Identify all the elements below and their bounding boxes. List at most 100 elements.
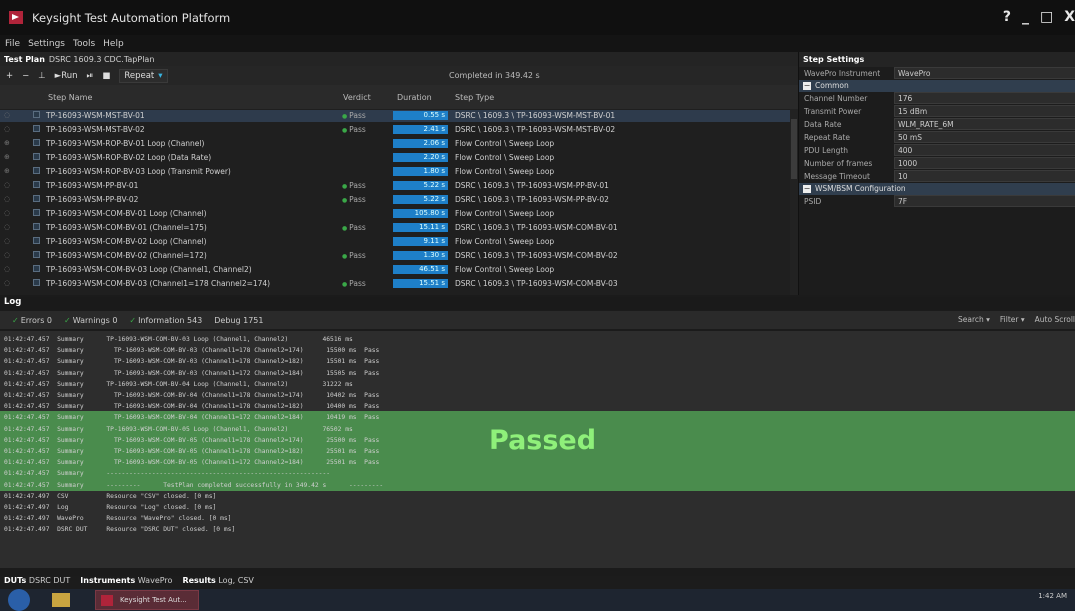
table-row[interactable]: ⊕ TP-16093-WSM-ROP-BV-03 Loop (Transmit P… (0, 166, 790, 178)
log-line: 01:42:47.457 Summary TP-16093-WSM-COM-BV… (4, 436, 380, 444)
tree-node-icon[interactable]: ⊕ (4, 167, 10, 175)
filter-debug[interactable]: Debug 1751 (214, 316, 263, 325)
enable-checkbox[interactable] (33, 181, 40, 188)
tree-node-icon[interactable]: ◌ (4, 125, 10, 133)
setting-value-field[interactable]: WLM_RATE_6M (894, 118, 1075, 130)
close-button[interactable]: X (1064, 9, 1075, 25)
table-row[interactable]: ◌ TP-16093-WSM-COM-BV-03 Loop (Channel1, … (0, 264, 790, 276)
table-row[interactable]: ⊕ TP-16093-WSM-ROP-BV-02 Loop (Data Rate)… (0, 152, 790, 164)
enable-checkbox[interactable] (33, 111, 40, 118)
minimize-button[interactable]: _ (1022, 9, 1029, 25)
auto-scroll-toggle[interactable]: Auto Scroll (1035, 315, 1075, 324)
run-status: Completed in 349.42 s (449, 71, 540, 80)
pause-button[interactable]: ⏯ (87, 71, 94, 81)
table-row[interactable]: ◌ TP-16093-WSM-COM-BV-03 (Channel1=178 Ch… (0, 278, 790, 290)
setting-value-field[interactable]: 1000 (894, 157, 1075, 169)
table-row[interactable]: ◌ TP-16093-WSM-COM-BV-02 (Channel=172) Pas… (0, 250, 790, 262)
column-verdict[interactable]: Verdict (343, 93, 371, 102)
tree-node-icon[interactable]: ◌ (4, 181, 10, 189)
tree-node-icon[interactable]: ⊕ (4, 139, 10, 147)
step-duration: 2.20 s (393, 153, 448, 162)
table-row[interactable]: ◌ TP-16093-WSM-MST-BV-01 Pass 0.55 s DSRC \ … (0, 110, 790, 122)
start-button[interactable] (8, 589, 30, 611)
folder-icon[interactable] (52, 593, 70, 607)
filter-label: Information 543 (138, 315, 203, 325)
tree-node-icon[interactable]: ◌ (4, 209, 10, 217)
insert-step-button[interactable]: ⊥ (38, 71, 45, 81)
menu-settings[interactable]: Settings (28, 39, 65, 49)
stop-button[interactable]: ■ (102, 71, 110, 81)
step-duration: 15.51 s (393, 279, 448, 288)
table-row[interactable]: ◌ TP-16093-WSM-COM-BV-02 Loop (Channel) 9.… (0, 236, 790, 248)
tree-node-icon[interactable]: ⊕ (4, 153, 10, 161)
tree-node-icon[interactable]: ◌ (4, 251, 10, 259)
enable-checkbox[interactable] (33, 265, 40, 272)
log-line: 01:42:47.457 Summary TP-16093-WSM-COM-BV… (4, 392, 380, 399)
filter-information[interactable]: ✓ Information 543 (129, 316, 202, 325)
enable-checkbox[interactable] (33, 195, 40, 202)
setting-value-field[interactable]: 176 (894, 92, 1075, 104)
tree-node-icon[interactable]: ◌ (4, 279, 10, 287)
table-row[interactable]: ◌ TP-16093-WSM-PP-BV-01 Pass 5.22 s DSRC \ 1… (0, 180, 790, 192)
wsm-bsm-section[interactable]: WSM/BSM Configuration (799, 183, 1075, 195)
menu-bar: File Settings Tools Help (0, 35, 1075, 52)
filter-dropdown[interactable]: Filter ▾ (1000, 315, 1025, 324)
enable-checkbox[interactable] (33, 139, 40, 146)
add-step-button[interactable]: + (6, 71, 13, 81)
maximize-button[interactable]: □ (1040, 9, 1053, 25)
tree-node-icon[interactable]: ◌ (4, 237, 10, 245)
filter-errors[interactable]: ✓ Errors 0 (12, 316, 52, 325)
search-dropdown[interactable]: Search ▾ (958, 315, 990, 324)
step-type: Flow Control \ Sweep Loop (455, 237, 555, 246)
instruments-tab[interactable]: Instruments WavePro (80, 576, 172, 589)
common-section[interactable]: Common (799, 80, 1075, 92)
menu-file[interactable]: File (5, 39, 20, 49)
menu-help[interactable]: Help (103, 39, 124, 49)
step-duration: 1.80 s (393, 167, 448, 176)
enable-checkbox[interactable] (33, 223, 40, 230)
tree-node-icon[interactable]: ◌ (4, 111, 10, 119)
log-line: 01:42:47.497 DSRC DUT Resource "DSRC DUT… (4, 526, 236, 534)
table-row[interactable]: ◌ TP-16093-WSM-COM-BV-01 (Channel=175) Pas… (0, 222, 790, 234)
table-row[interactable]: ⊕ TP-16093-WSM-ROP-BV-01 Loop (Channel) 2.… (0, 138, 790, 150)
step-duration: 0.55 s (393, 111, 448, 120)
instrument-select[interactable]: WavePro (894, 67, 1075, 79)
psid-field[interactable]: 7F (894, 195, 1075, 207)
table-row[interactable]: ◌ TP-16093-WSM-COM-BV-01 Loop (Channel) 10… (0, 208, 790, 220)
tree-node-icon[interactable]: ◌ (4, 195, 10, 203)
step-verdict: Pass (342, 279, 366, 288)
enable-checkbox[interactable] (33, 167, 40, 174)
filter-warnings[interactable]: ✓ Warnings 0 (64, 316, 117, 325)
duts-tab[interactable]: DUTs DSRC DUT (4, 576, 70, 589)
enable-checkbox[interactable] (33, 279, 40, 286)
column-step-name[interactable]: Step Name (48, 93, 92, 102)
log-line: 01:42:47.457 Summary TP-16093-WSM-COM-BV… (4, 358, 380, 366)
tree-node-icon[interactable]: ◌ (4, 265, 10, 273)
help-button[interactable]: ? (1003, 9, 1011, 25)
setting-row: Repeat Rate 50 mS (799, 131, 1075, 144)
repeat-dropdown[interactable]: Repeat ▾ (119, 68, 168, 83)
menu-tools[interactable]: Tools (73, 39, 95, 49)
run-button[interactable]: ►Run (55, 71, 78, 81)
setting-value-field[interactable]: 15 dBm (894, 105, 1075, 117)
enable-checkbox[interactable] (33, 251, 40, 258)
column-duration[interactable]: Duration (397, 93, 432, 102)
setting-row: Data Rate WLM_RATE_6M (799, 118, 1075, 131)
table-row[interactable]: ◌ TP-16093-WSM-PP-BV-02 Pass 5.22 s DSRC \ 1… (0, 194, 790, 206)
enable-checkbox[interactable] (33, 237, 40, 244)
setting-value-field[interactable]: 10 (894, 170, 1075, 182)
enable-checkbox[interactable] (33, 125, 40, 132)
enable-checkbox[interactable] (33, 153, 40, 160)
enable-checkbox[interactable] (33, 209, 40, 216)
results-tab[interactable]: Results Log, CSV (182, 576, 253, 589)
log-output[interactable]: 01:42:47.457 Summary TP-16093-WSM-COM-BV… (0, 331, 1075, 568)
table-row[interactable]: ◌ TP-16093-WSM-MST-BV-02 Pass 2.41 s DSRC \ … (0, 124, 790, 136)
column-step-type[interactable]: Step Type (455, 93, 494, 102)
setting-value-field[interactable]: 50 mS (894, 131, 1075, 143)
taskbar-app-button[interactable]: Keysight Test Aut... (95, 590, 199, 610)
grid-scrollbar[interactable] (790, 109, 798, 295)
remove-step-button[interactable]: − (22, 71, 29, 81)
setting-value-field[interactable]: 400 (894, 144, 1075, 156)
tree-node-icon[interactable]: ◌ (4, 223, 10, 231)
test-plan-name: DSRC 1609.3 CDC.TapPlan (48, 54, 155, 64)
